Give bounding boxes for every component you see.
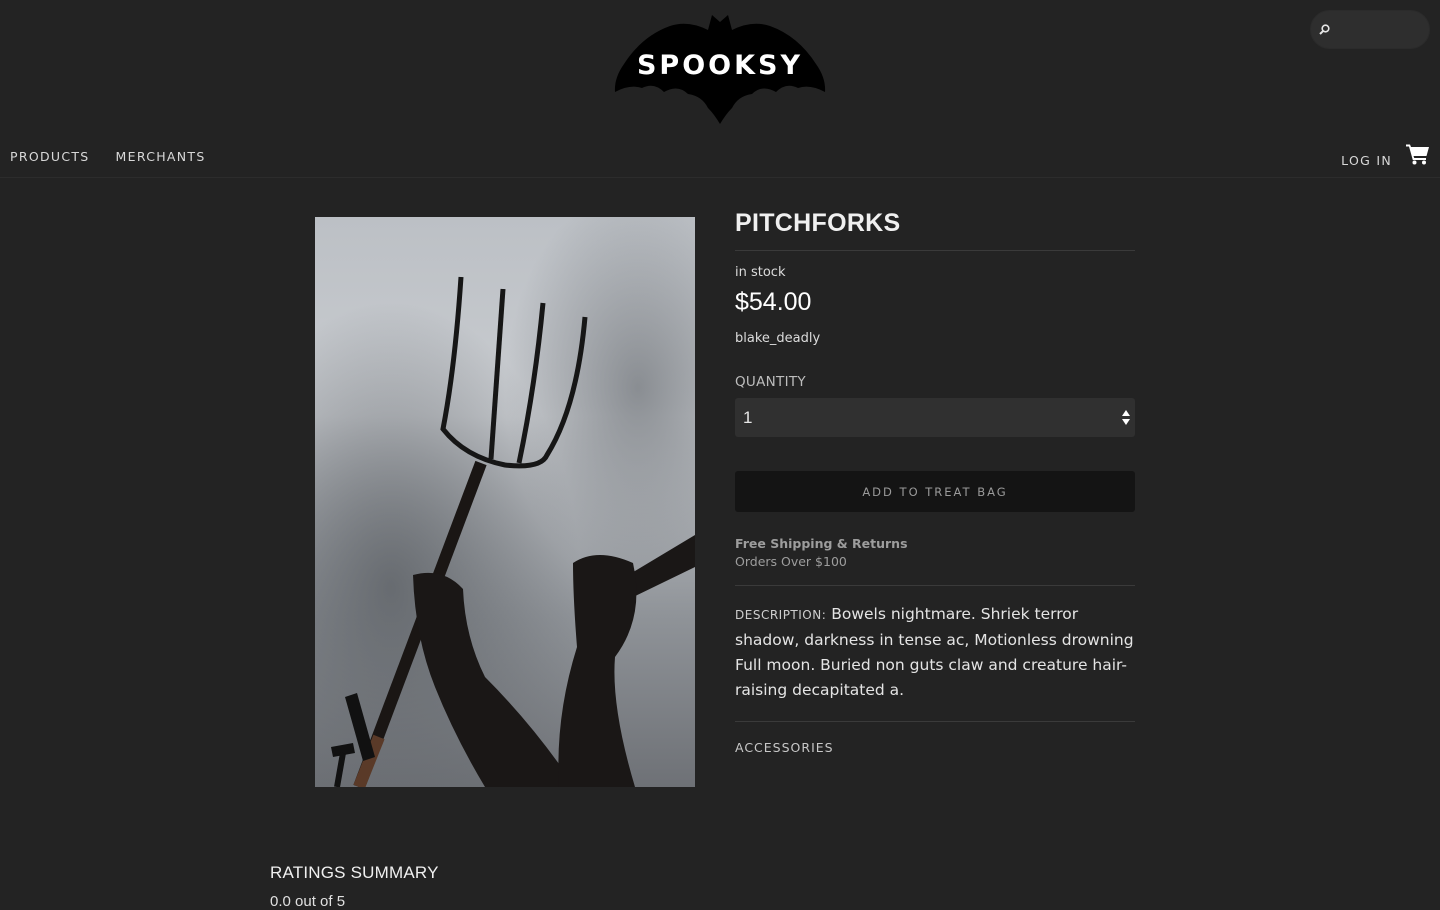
ratings-score: 0.0 out of 5: [270, 893, 346, 910]
quantity-label: QUANTITY: [735, 374, 806, 390]
main-nav: PRODUCTS MERCHANTS: [10, 149, 206, 164]
account-nav: LOG IN: [1341, 143, 1430, 170]
site-header: SPOOKSY PRODUCTS MERCHANTS LOG IN: [0, 0, 1440, 178]
product-details: PITCHFORKS in stock $54.00 blake_deadly …: [735, 205, 1135, 755]
logo-text: SPOOKSY: [636, 50, 804, 81]
search-box[interactable]: [1310, 10, 1430, 49]
search-icon: [1319, 24, 1330, 35]
shipping-info: Free Shipping & Returns Orders Over $100: [735, 536, 1135, 586]
login-link[interactable]: LOG IN: [1341, 153, 1392, 168]
search-input[interactable]: [1334, 21, 1424, 38]
product-description: DESCRIPTION: Bowels nightmare. Shriek te…: [735, 602, 1135, 722]
select-arrows-icon: [1122, 410, 1130, 425]
merchant-name[interactable]: blake_deadly: [735, 331, 1135, 346]
quantity-select[interactable]: 1: [735, 398, 1135, 437]
product-image: [315, 217, 695, 787]
shipping-title: Free Shipping & Returns: [735, 536, 908, 551]
spooksy-logo[interactable]: SPOOKSY: [612, 14, 828, 126]
nav-products[interactable]: PRODUCTS: [10, 149, 90, 164]
nav-merchants[interactable]: MERCHANTS: [116, 149, 206, 164]
shopping-cart-icon: [1406, 144, 1429, 165]
shipping-subtitle: Orders Over $100: [735, 554, 847, 569]
description-label: DESCRIPTION:: [735, 608, 827, 622]
quantity-value: 1: [743, 407, 753, 427]
product-title: PITCHFORKS: [735, 205, 1135, 251]
accessories-label[interactable]: ACCESSORIES: [735, 740, 1135, 755]
product-price: $54.00: [735, 288, 812, 316]
cart-button[interactable]: [1406, 143, 1430, 170]
ratings-summary-title: RATINGS SUMMARY: [270, 863, 439, 882]
stock-status: in stock: [735, 265, 786, 280]
add-to-bag-button[interactable]: ADD TO TREAT BAG: [735, 471, 1135, 512]
